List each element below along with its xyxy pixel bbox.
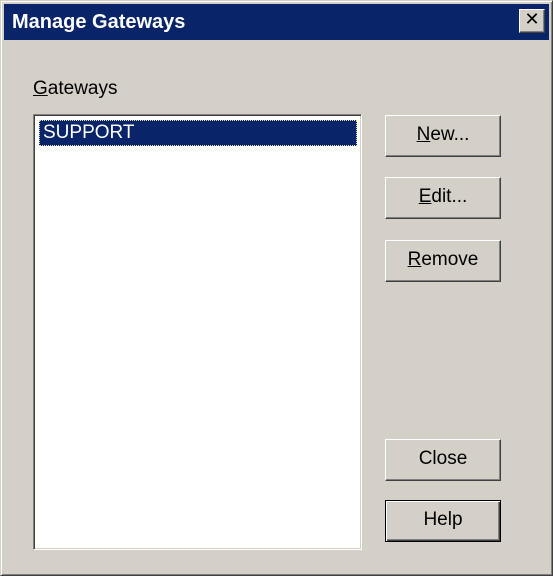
edit-button-mnemonic: E bbox=[418, 186, 432, 207]
close-glyph: ✕ bbox=[524, 9, 540, 30]
gateways-label-mnemonic: G bbox=[33, 78, 48, 99]
new-button[interactable]: New... bbox=[385, 115, 501, 157]
edit-button[interactable]: Edit... bbox=[385, 177, 501, 219]
manage-gateways-dialog: Manage Gateways ✕ Gateways SUPPORT New..… bbox=[0, 0, 553, 576]
gateways-listbox[interactable]: SUPPORT bbox=[33, 114, 362, 550]
new-button-label: ew... bbox=[430, 124, 470, 145]
remove-button[interactable]: Remove bbox=[385, 240, 501, 282]
remove-button-mnemonic: R bbox=[407, 249, 422, 270]
help-button[interactable]: Help bbox=[385, 500, 501, 542]
close-button-label: Close bbox=[418, 448, 468, 469]
title-bar[interactable]: Manage Gateways ✕ bbox=[4, 4, 549, 40]
gateways-label: Gateways bbox=[33, 77, 117, 101]
help-button-label: Help bbox=[423, 509, 463, 530]
list-item-support[interactable]: SUPPORT bbox=[39, 120, 357, 146]
remove-button-label: emove bbox=[421, 249, 479, 270]
close-button[interactable]: Close bbox=[385, 439, 501, 481]
dialog-title: Manage Gateways bbox=[12, 11, 186, 33]
close-icon[interactable]: ✕ bbox=[519, 9, 545, 33]
edit-button-label: dit... bbox=[431, 186, 468, 207]
new-button-mnemonic: N bbox=[416, 124, 431, 145]
gateways-label-text: ateways bbox=[47, 78, 118, 99]
